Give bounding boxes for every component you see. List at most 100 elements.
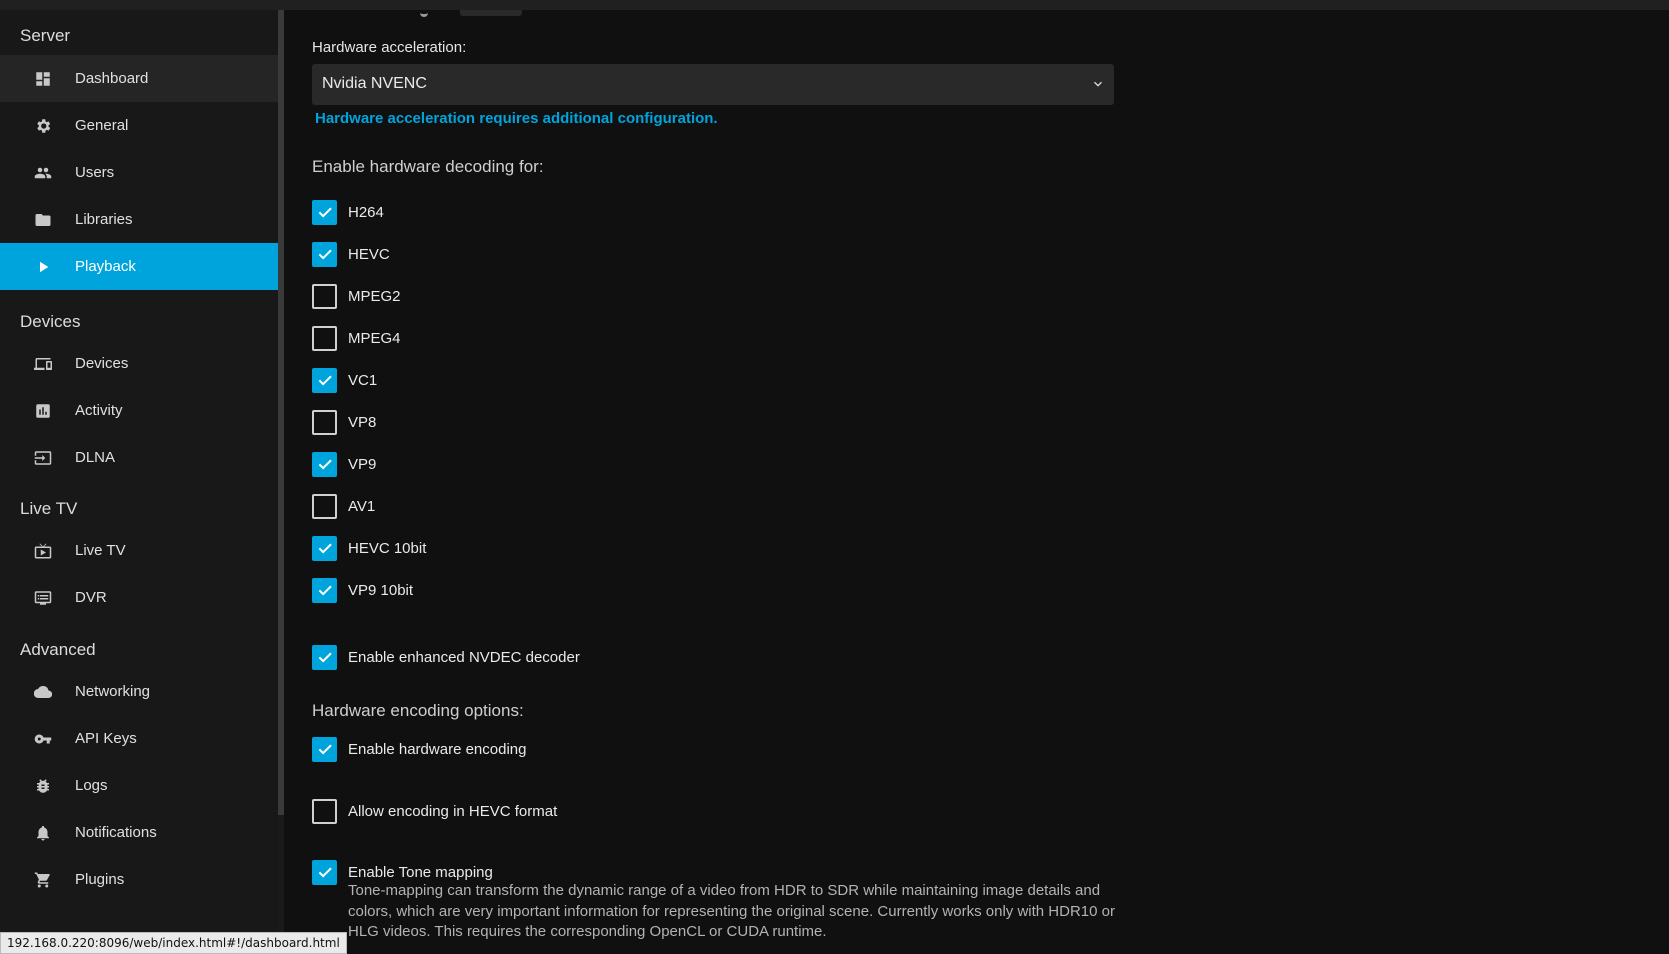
sidebar-item-dlna[interactable]: DLNA: [0, 434, 278, 481]
section-header-devices: Devices: [20, 312, 81, 331]
play-icon: [34, 258, 52, 276]
hevc-encoding-checkbox[interactable]: [312, 798, 337, 824]
codec-label: AV1: [348, 497, 376, 515]
sidebar-scrollbar[interactable]: [278, 10, 284, 954]
codec-checkbox[interactable]: [312, 367, 337, 393]
sidebar-item-label: Notifications: [75, 824, 157, 841]
sidebar-item-logs[interactable]: Logs: [0, 762, 278, 809]
check-icon: [316, 245, 334, 263]
hw-encoding-checkbox[interactable]: [312, 736, 337, 762]
status-url: 192.168.0.220:8096/web/index.html#!/dash…: [0, 932, 347, 954]
dvr-icon: [34, 589, 52, 607]
codec-checkbox[interactable]: [312, 493, 337, 519]
nvdec-label: Enable enhanced NVDEC decoder: [348, 648, 580, 666]
folder-icon: [34, 211, 52, 229]
sidebar-item-label: Plugins: [75, 871, 125, 888]
decoding-title: Enable hardware decoding for:: [312, 157, 544, 176]
sidebar-item-label: Users: [75, 164, 115, 181]
sidebar-item-label: General: [75, 117, 129, 134]
codec-row-av1[interactable]: AV1: [312, 492, 375, 520]
codec-checkbox[interactable]: [312, 199, 337, 225]
codec-row-hevc-10bit[interactable]: HEVC 10bit: [312, 534, 426, 562]
hevc-encoding-label: Allow encoding in HEVC format: [348, 802, 558, 820]
codec-label: VP8: [348, 413, 377, 431]
hw-accel-value: Nvidia NVENC: [322, 75, 427, 92]
codec-label: H264: [348, 203, 384, 221]
sidebar-item-plugins[interactable]: Plugins: [0, 856, 278, 903]
check-icon: [316, 740, 334, 758]
tv-icon: [34, 542, 52, 560]
nvdec-row[interactable]: Enable enhanced NVDEC decoder: [312, 643, 580, 671]
codec-label: HEVC: [348, 245, 390, 263]
sidebar-item-notifications[interactable]: Notifications: [0, 809, 278, 856]
sidebar-item-dashboard[interactable]: Dashboard: [0, 55, 278, 102]
key-icon: [34, 730, 52, 748]
sidebar-item-label: Libraries: [75, 211, 133, 228]
tonemap-checkbox[interactable]: [312, 859, 337, 885]
sidebar-item-label: Logs: [75, 777, 108, 794]
people-icon: [34, 164, 52, 182]
codec-label: VC1: [348, 371, 378, 389]
codec-label: VP9 10bit: [348, 581, 414, 599]
sidebar-item-general[interactable]: General: [0, 102, 278, 149]
hw-config-link[interactable]: Hardware acceleration requires additiona…: [315, 110, 718, 127]
cloud-icon: [34, 683, 52, 701]
codec-row-mpeg4[interactable]: MPEG4: [312, 324, 401, 352]
codec-row-h264[interactable]: H264: [312, 198, 384, 226]
sidebar-item-dvr[interactable]: DVR: [0, 574, 278, 621]
sidebar-item-label: Dashboard: [75, 70, 149, 87]
codec-label: MPEG2: [348, 287, 401, 305]
codec-checkbox[interactable]: [312, 325, 337, 351]
section-header-live-tv: Live TV: [20, 499, 78, 518]
check-icon: [316, 371, 334, 389]
hw-encoding-row[interactable]: Enable hardware encoding: [312, 735, 526, 763]
codec-row-vp8[interactable]: VP8: [312, 408, 376, 436]
sidebar-item-label: Devices: [75, 355, 129, 372]
sidebar-item-label: DLNA: [75, 449, 116, 466]
sidebar-item-activity[interactable]: Activity: [0, 387, 278, 434]
sidebar-item-playback[interactable]: Playback: [0, 243, 278, 290]
sidebar-item-users[interactable]: Users: [0, 149, 278, 196]
codec-row-vc1[interactable]: VC1: [312, 366, 377, 394]
hw-encoding-label: Enable hardware encoding: [348, 740, 527, 758]
sidebar-item-libraries[interactable]: Libraries: [0, 196, 278, 243]
help-button[interactable]: [460, 10, 522, 16]
check-icon: [316, 203, 334, 221]
top-bar: [0, 0, 1669, 10]
hevc-encoding-row[interactable]: Allow encoding in HEVC format: [312, 797, 557, 825]
check-icon: [316, 648, 334, 666]
sidebar-item-label: API Keys: [75, 730, 137, 747]
codec-checkbox[interactable]: [312, 451, 337, 477]
nvdec-checkbox[interactable]: [312, 644, 337, 670]
sidebar-item-label: Live TV: [75, 542, 126, 559]
sidebar-item-api-keys[interactable]: API Keys: [0, 715, 278, 762]
playback-settings: Hardware acceleration: Nvidia NVENC Hard…: [312, 10, 1669, 954]
codec-row-vp9-10bit[interactable]: VP9 10bit: [312, 576, 413, 604]
codec-checkbox[interactable]: [312, 409, 337, 435]
sidebar-scrollbar-thumb[interactable]: [278, 10, 284, 815]
input-icon: [34, 449, 52, 467]
sidebar-item-networking[interactable]: Networking: [0, 668, 278, 715]
codec-checkbox[interactable]: [312, 283, 337, 309]
codec-row-vp9[interactable]: VP9: [312, 450, 376, 478]
section-header-advanced: Advanced: [20, 640, 96, 659]
check-icon: [316, 539, 334, 557]
gear-icon: [34, 117, 52, 135]
hw-accel-label: Hardware acceleration:: [312, 39, 467, 56]
sidebar-item-live-tv[interactable]: Live TV: [0, 527, 278, 574]
codec-checkbox[interactable]: [312, 577, 337, 603]
hw-accel-select[interactable]: Nvidia NVENC: [312, 64, 1114, 105]
chevron-down-icon: [1090, 76, 1106, 92]
bug-icon: [34, 777, 52, 795]
codec-label: VP9: [348, 455, 377, 473]
codec-checkbox[interactable]: [312, 241, 337, 267]
codec-checkbox[interactable]: [312, 535, 337, 561]
codec-row-hevc[interactable]: HEVC: [312, 240, 390, 268]
sidebar: Server Dashboard General Users Libraries Play…: [0, 10, 278, 954]
check-icon: [316, 581, 334, 599]
sidebar-item-devices[interactable]: Devices: [0, 340, 278, 387]
dashboard-icon: [34, 70, 52, 88]
sidebar-item-label: Networking: [75, 683, 151, 700]
sidebar-item-label: DVR: [75, 589, 107, 606]
codec-row-mpeg2[interactable]: MPEG2: [312, 282, 401, 310]
